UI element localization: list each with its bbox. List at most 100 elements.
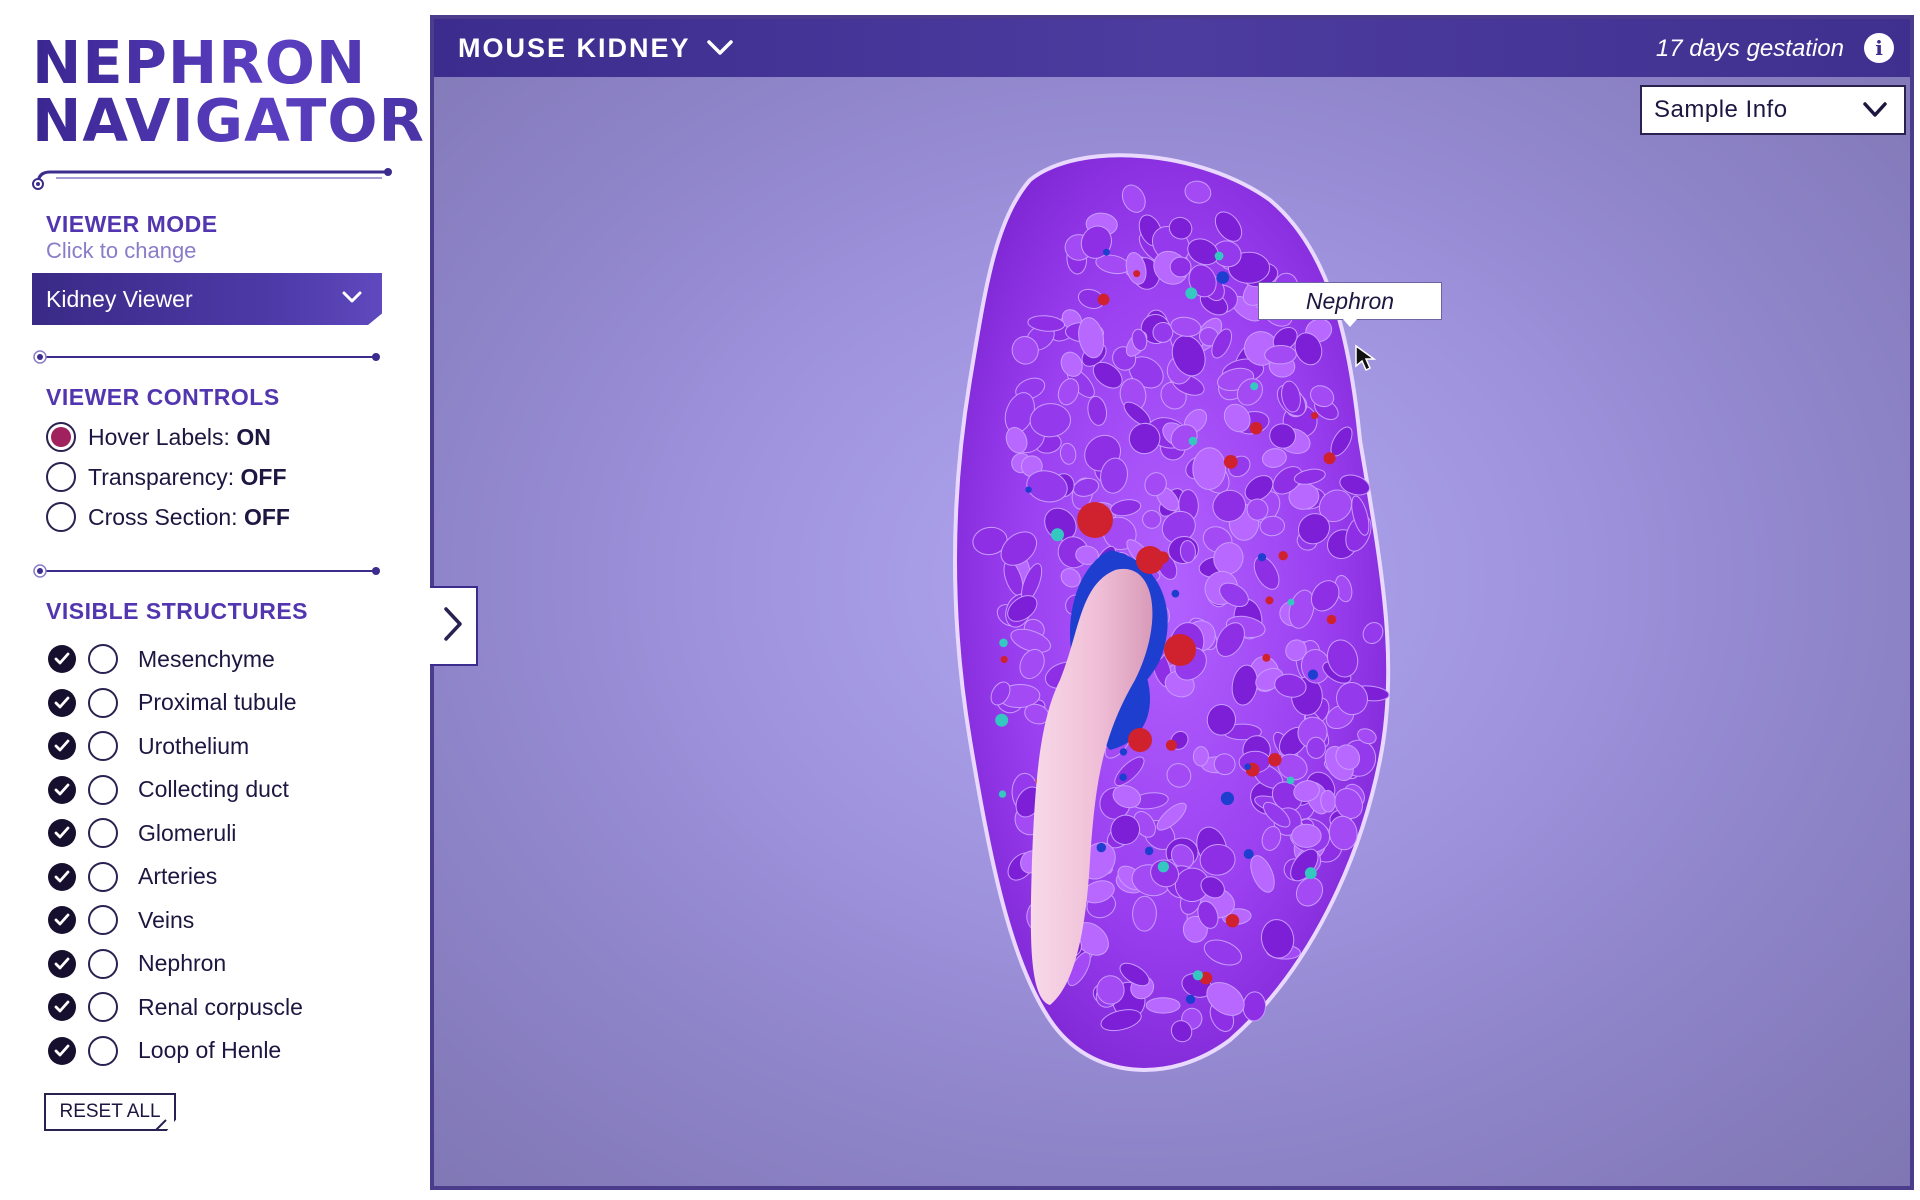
sidebar-toggle-button[interactable] — [430, 586, 478, 666]
vessel-fragment — [1323, 452, 1336, 465]
checkmark-icon[interactable] — [48, 949, 76, 978]
checkmark-icon[interactable] — [48, 775, 76, 804]
checkmark-icon[interactable] — [48, 688, 76, 717]
structure-label: Veins — [138, 906, 195, 933]
vessel-fragment — [1249, 421, 1263, 435]
vessel-fragment — [1326, 614, 1337, 625]
vessel-fragment — [999, 638, 1008, 648]
nephron-blob — [1264, 344, 1297, 365]
vessel-fragment — [1096, 842, 1106, 853]
tooltip-pointer — [1342, 318, 1358, 327]
vessel-fragment — [1257, 553, 1267, 562]
cross-section-state: OFF — [243, 503, 290, 530]
viewer-mode-heading: VIEWER MODE — [46, 211, 218, 237]
vessel-fragment — [1278, 551, 1288, 561]
structure-item[interactable]: Collecting duct — [48, 774, 289, 805]
transparency-state: OFF — [240, 463, 287, 490]
structure-item[interactable]: Mesenchyme — [48, 644, 275, 674]
chevron-down-icon[interactable] — [706, 39, 734, 61]
vessel-fragment — [1243, 849, 1254, 859]
viewer-mode-subheading: Click to change — [46, 238, 197, 263]
vessel-fragment — [1144, 846, 1154, 856]
mouse-cursor-icon — [1355, 344, 1376, 372]
structure-item[interactable]: Arteries — [48, 861, 218, 892]
vessel-fragment — [1216, 271, 1230, 284]
transparency-label: Transparency: — [88, 463, 235, 490]
checkmark-icon[interactable] — [48, 862, 76, 891]
structure-label: Nephron — [138, 950, 227, 976]
isolate-radio-icon[interactable] — [88, 992, 118, 1022]
vessel-fragment — [998, 790, 1007, 798]
checkmark-icon[interactable] — [48, 1036, 76, 1065]
structure-label: Arteries — [138, 863, 218, 889]
visible-structures-heading: VISIBLE STRUCTURES — [46, 598, 309, 624]
vessel-fragment — [1287, 598, 1295, 606]
structure-label: Renal corpuscle — [138, 993, 303, 1020]
sidebar: NEPHRON NAVIGATOR VIEWER MODE Click to c… — [0, 0, 432, 1200]
vessel-fragment — [1133, 270, 1141, 278]
checkmark-icon[interactable] — [48, 906, 76, 934]
specimen-select[interactable]: MOUSE KIDNEY — [458, 33, 691, 64]
isolate-radio-icon[interactable] — [88, 948, 118, 979]
isolate-radio-icon[interactable] — [88, 1035, 118, 1066]
cross-section-label: Cross Section: — [88, 503, 238, 530]
vessel-fragment — [1268, 753, 1282, 767]
vessel-fragment — [1097, 293, 1110, 306]
nephron-blob — [1306, 736, 1326, 759]
structure-item[interactable]: Glomeruli — [48, 818, 236, 848]
checkmark-icon[interactable] — [48, 732, 76, 760]
vessel-fragment — [1192, 970, 1203, 981]
vessel-fragment — [1185, 994, 1196, 1004]
vessel-fragment — [1262, 653, 1271, 662]
vessel-fragment — [1171, 589, 1180, 598]
structure-item[interactable]: Loop of Henle — [48, 1035, 281, 1066]
nephron-blob — [1132, 895, 1157, 932]
structure-item[interactable]: Nephron — [48, 948, 227, 979]
isolate-radio-icon[interactable] — [88, 731, 118, 761]
mode-divider — [32, 350, 384, 364]
app-title-line1: NEPHRON — [32, 28, 367, 97]
structure-item[interactable]: Veins — [48, 905, 194, 935]
isolate-radio-icon[interactable] — [88, 818, 118, 848]
radio-off-icon — [46, 462, 76, 492]
vessel-fragment — [1286, 776, 1295, 785]
isolate-radio-icon[interactable] — [88, 861, 118, 892]
hover-labels-toggle[interactable]: Hover Labels: ON — [46, 422, 271, 452]
viewer-mode-selected: Kidney Viewer — [46, 285, 193, 312]
isolate-radio-icon[interactable] — [88, 774, 118, 805]
structure-label: Glomeruli — [138, 819, 237, 846]
viewer-controls-heading: VIEWER CONTROLS — [46, 384, 280, 410]
checkmark-icon[interactable] — [48, 993, 76, 1021]
isolate-radio-icon[interactable] — [88, 644, 118, 674]
vessel-fragment — [1214, 251, 1224, 261]
structure-item[interactable]: Renal corpuscle — [48, 992, 303, 1022]
vessel-fragment — [1304, 867, 1317, 880]
checkmark-icon[interactable] — [48, 645, 76, 673]
chevron-right-icon — [442, 605, 464, 647]
radio-on-icon — [46, 422, 76, 452]
title-divider — [26, 166, 396, 190]
structure-item[interactable]: Proximal tubule — [48, 687, 297, 718]
structure-item[interactable]: Urothelium — [48, 731, 249, 761]
app-title: NEPHRON NAVIGATOR — [32, 34, 425, 150]
cross-section-toggle[interactable]: Cross Section: OFF — [46, 502, 290, 532]
structure-label: Urothelium — [138, 732, 250, 759]
info-icon[interactable]: i — [1864, 33, 1894, 63]
checkmark-icon[interactable] — [48, 819, 76, 847]
nephron-blob — [1145, 997, 1181, 1014]
vessel-fragment — [1165, 739, 1177, 751]
structure-label: Collecting duct — [138, 776, 289, 802]
sample-info-dropdown[interactable]: Sample Info — [1640, 85, 1906, 135]
sample-info-label: Sample Info — [1654, 96, 1788, 123]
reset-all-button[interactable]: RESET ALL — [44, 1093, 176, 1131]
vessel-fragment — [1250, 382, 1259, 391]
viewer-mode-select[interactable]: Kidney Viewer — [32, 273, 382, 325]
isolate-radio-icon[interactable] — [88, 905, 118, 935]
vessel-fragment — [1307, 669, 1319, 680]
hover-label-tooltip: Nephron — [1258, 282, 1442, 320]
transparency-toggle[interactable]: Transparency: OFF — [46, 462, 287, 492]
structure-label: Mesenchyme — [138, 645, 275, 672]
vessel-fragment — [995, 713, 1009, 727]
vessel-fragment — [1025, 486, 1032, 493]
isolate-radio-icon[interactable] — [88, 687, 118, 718]
